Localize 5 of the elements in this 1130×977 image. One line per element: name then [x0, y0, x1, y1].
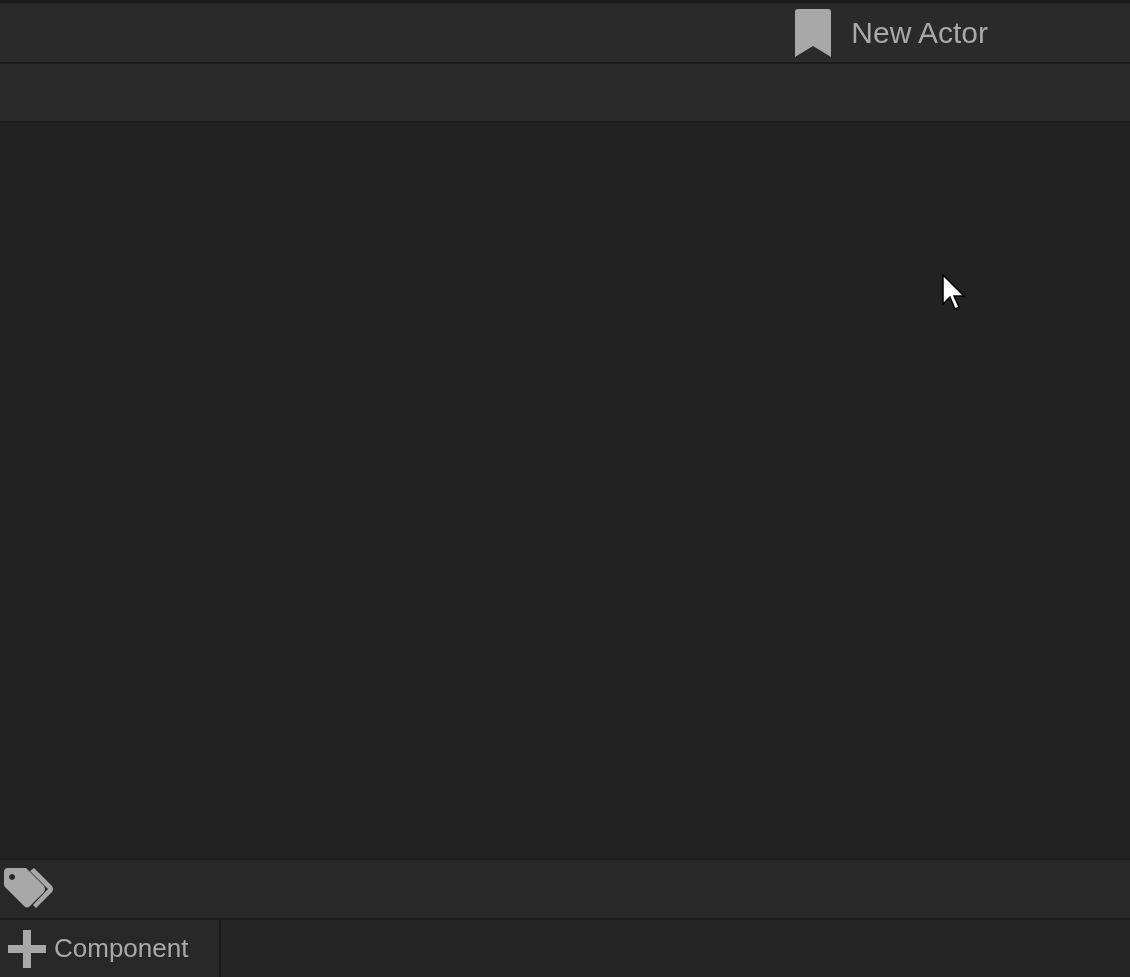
actor-name: New Actor: [851, 15, 988, 50]
plus-icon: [8, 929, 46, 968]
cursor-icon: [942, 274, 966, 312]
bookmark-icon: [795, 8, 832, 57]
tags-icon[interactable]: [4, 868, 54, 910]
